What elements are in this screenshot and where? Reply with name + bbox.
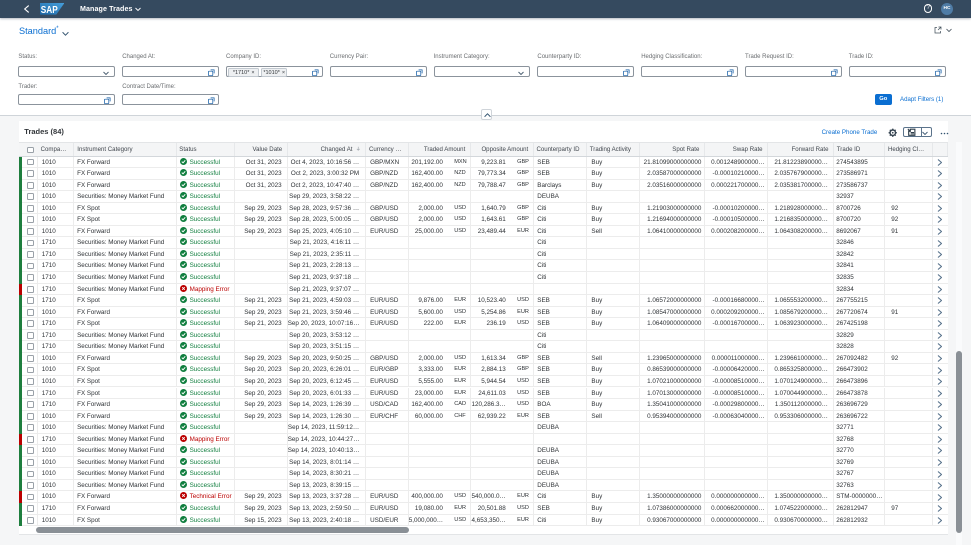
- svg-text:SAP: SAP: [40, 5, 57, 15]
